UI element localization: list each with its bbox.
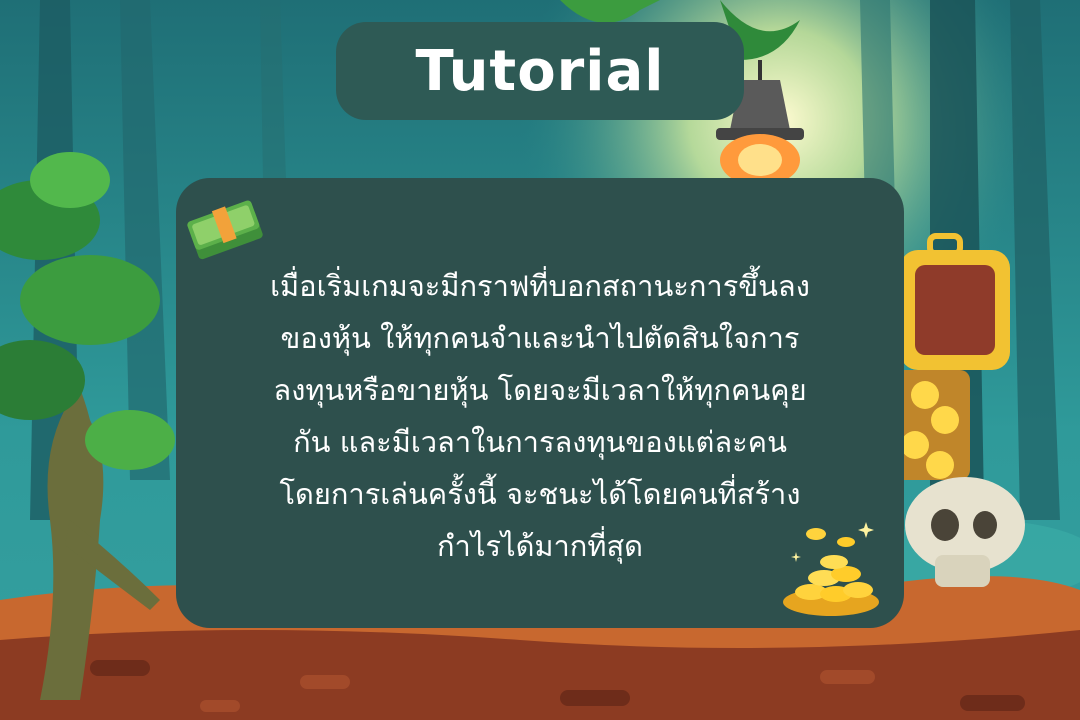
title-panel: Tutorial [336,22,744,120]
tutorial-line: ของหุ้น ให้ทุกคนจำและนำไปตัดสินใจการ [280,321,800,355]
tutorial-line: ลงทุนหรือขายหุ้น โดยจะมีเวลาให้ทุกคนคุย [273,373,807,407]
money-stack-icon [187,200,263,260]
tutorial-line: กัน และมีเวลาในการลงทุนของแต่ละคน [293,425,787,459]
tutorial-line: เมื่อเริ่มเกมจะมีกราฟที่บอกสถานะการขึ้นล… [270,269,810,303]
gold-coins-icon [783,522,879,616]
page-title: Tutorial [415,38,665,104]
